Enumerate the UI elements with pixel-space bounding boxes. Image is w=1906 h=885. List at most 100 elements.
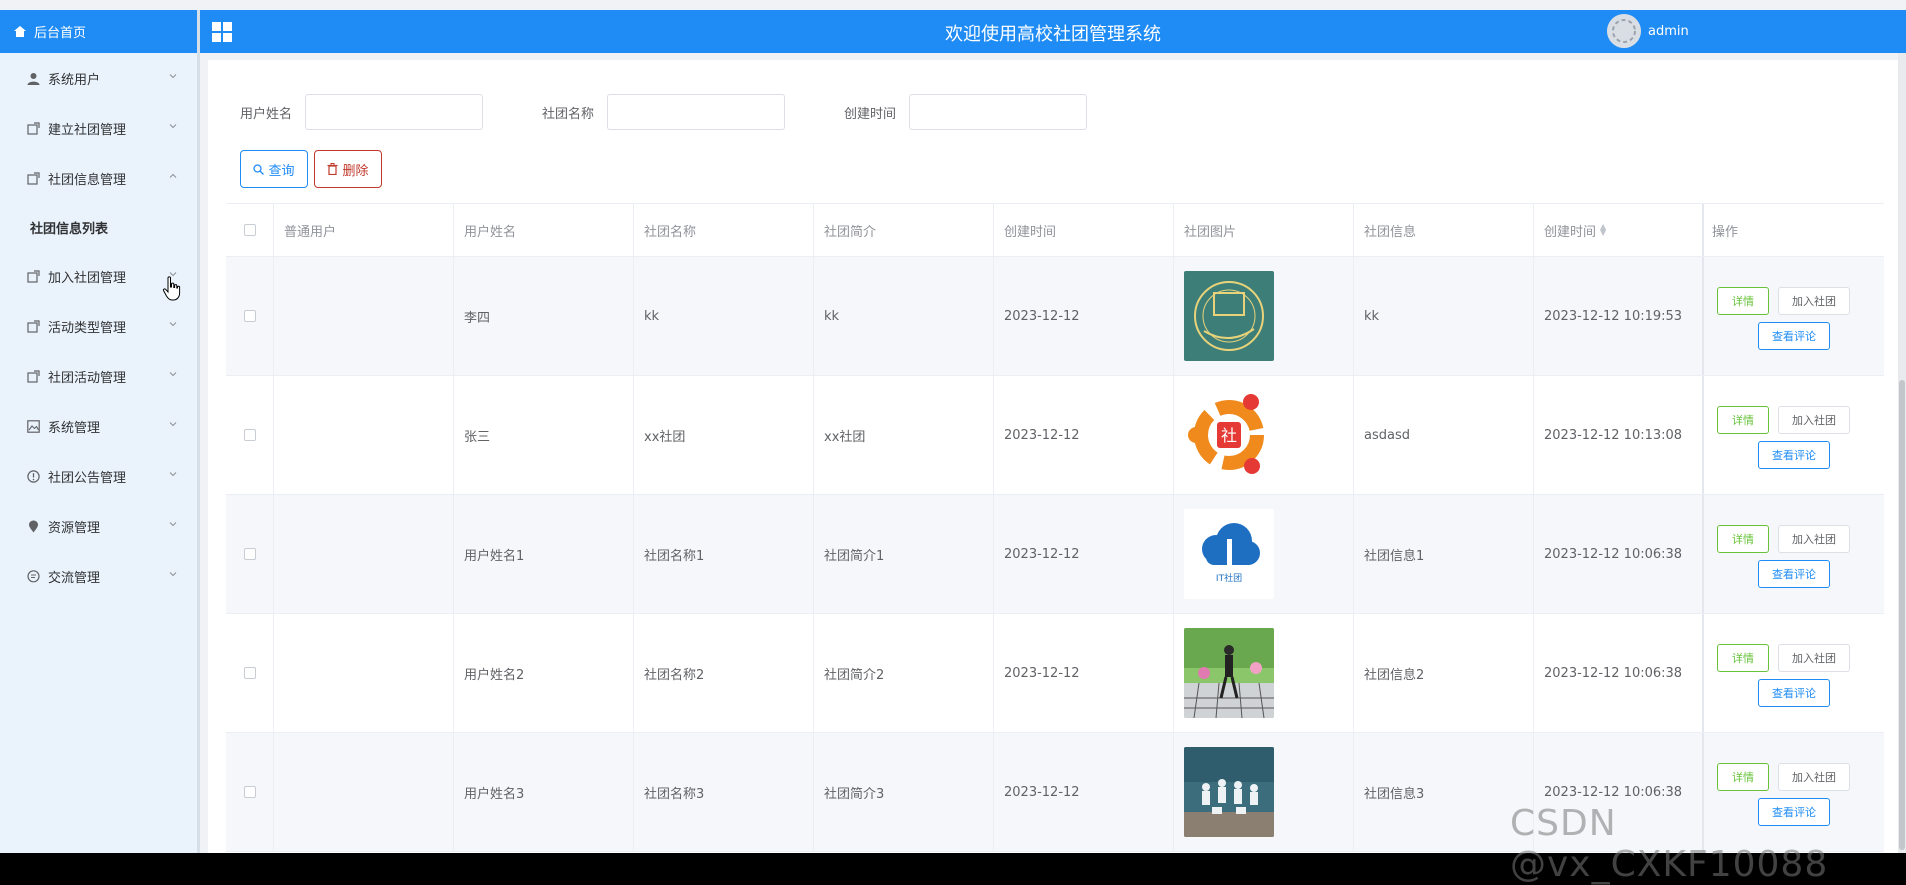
view-comments-button[interactable]: 查看评论: [1758, 679, 1830, 707]
row-actions: 详情 加入社团查看评论: [1702, 376, 1884, 494]
sidebar-item-label: 社团信息管理: [48, 172, 127, 188]
join-club-button[interactable]: 加入社团: [1778, 287, 1850, 315]
sidebar-item-6[interactable]: 社团活动管理: [0, 351, 197, 401]
row-select-cell: [226, 257, 274, 375]
sidebar-menu: 系统用户 建立社团管理社团信息管理社团信息列表加入社团管理活动类型管理 社团活动管理…: [0, 53, 197, 601]
user-cell: [274, 495, 454, 613]
detail-button[interactable]: 详情: [1717, 287, 1769, 315]
username-cell: 李四: [454, 257, 634, 375]
date-cell: 2023-12-12: [994, 733, 1174, 851]
created-time-cell: 2023-12-12 10:06:38: [1544, 546, 1683, 562]
detail-button[interactable]: 详情: [1717, 644, 1769, 672]
select-all-checkbox[interactable]: [243, 224, 256, 236]
username[interactable]: admin: [1648, 24, 1689, 39]
club-name-cell: 社团名称1: [634, 495, 814, 613]
sidebar-home[interactable]: 后台首页: [0, 10, 197, 53]
column-header-user: 普通用户: [274, 204, 454, 256]
row-checkbox[interactable]: [243, 429, 256, 441]
sidebar-item-10[interactable]: 交流管理: [0, 551, 197, 601]
row-checkbox[interactable]: [243, 786, 256, 798]
date-cell: 2023-12-12: [994, 376, 1174, 494]
sidebar-item-7[interactable]: 系统管理: [0, 401, 197, 451]
created-time-cell: 2023-12-12 10:19:53: [1544, 308, 1683, 324]
search-icon: [253, 163, 265, 175]
share-icon: [26, 369, 40, 383]
club-name-cell: 社团名称2: [634, 614, 814, 732]
sidebar-item-2[interactable]: 建立社团管理: [0, 103, 197, 153]
column-header-created-time[interactable]: 创建时间 ▲ ▼: [1534, 204, 1702, 256]
sidebar-item-label: 加入社团管理: [48, 270, 127, 286]
sidebar-item-8[interactable]: 社团公告管理: [0, 451, 197, 501]
detail-button[interactable]: 详情: [1717, 406, 1769, 434]
row-checkbox[interactable]: [243, 548, 256, 560]
detail-button[interactable]: 详情: [1717, 525, 1769, 553]
club-image: [1184, 628, 1274, 718]
view-comments-button[interactable]: 查看评论: [1758, 560, 1830, 588]
info-icon: [26, 469, 40, 483]
username-cell: 用户姓名1: [454, 495, 634, 613]
sidebar-item-5[interactable]: 活动类型管理: [0, 301, 197, 351]
join-club-button[interactable]: 加入社团: [1778, 763, 1850, 791]
row-select-cell: [226, 614, 274, 732]
join-club-button[interactable]: 加入社团: [1778, 644, 1850, 672]
club-image-cell: IT社团: [1174, 495, 1354, 613]
query-button[interactable]: 查询: [240, 150, 308, 188]
user-cell: [274, 257, 454, 375]
sidebar-item-1[interactable]: 系统用户: [0, 53, 197, 103]
top-header: 欢迎使用高校社团管理系统 admin: [200, 10, 1906, 53]
join-club-button[interactable]: 加入社团: [1778, 406, 1850, 434]
view-comments-button[interactable]: 查看评论: [1758, 441, 1830, 469]
column-header-username: 用户姓名: [454, 204, 634, 256]
chevron-down-icon: [169, 522, 177, 527]
chevron-down-icon: [169, 124, 177, 129]
club-name-search-input[interactable]: [607, 94, 785, 130]
detail-button[interactable]: 详情: [1717, 763, 1769, 791]
sidebar-item-3[interactable]: 社团信息管理: [0, 153, 197, 203]
row-checkbox[interactable]: [243, 667, 256, 679]
sort-icon[interactable]: ▲ ▼: [1600, 223, 1606, 237]
delete-button[interactable]: 删除: [314, 150, 382, 188]
sidebar-item-9[interactable]: 资源管理: [0, 501, 197, 551]
club-image: [1184, 271, 1274, 361]
column-header-club-image: 社团图片: [1174, 204, 1354, 256]
chevron-down-icon: [169, 74, 177, 79]
share-icon: [26, 269, 40, 283]
row-select-cell: [226, 376, 274, 494]
club-image-cell: 社: [1174, 376, 1354, 494]
chevron-up-icon: [169, 173, 177, 178]
home-icon: [14, 26, 26, 37]
username-cell: 张三: [454, 376, 634, 494]
club-image-cell: [1174, 733, 1354, 851]
search-label-username: 用户姓名: [240, 107, 293, 122]
club-image: 社: [1184, 390, 1274, 480]
row-select-cell: [226, 495, 274, 613]
club-info-cell: 社团信息2: [1354, 614, 1534, 732]
table-row: 李四 kk kk 2023-12-12 kk 2023-12-12 10:19:53 详情加…: [226, 257, 1884, 376]
submenu-item-club-info-list[interactable]: 社团信息列表: [0, 203, 197, 251]
username-search-input[interactable]: [305, 94, 483, 130]
date-cell: 2023-12-12: [994, 495, 1174, 613]
view-comments-button[interactable]: 查看评论: [1758, 322, 1830, 350]
created-time-search-input[interactable]: [909, 94, 1087, 130]
club-intro-cell: 社团简介3: [814, 733, 994, 851]
join-club-button[interactable]: 加入社团: [1778, 525, 1850, 553]
row-checkbox[interactable]: [243, 310, 256, 322]
location-icon: [26, 519, 40, 533]
row-actions: 详情 加入社团查看评论: [1702, 614, 1884, 732]
user-cell: [274, 733, 454, 851]
sidebar-item-label: 交流管理: [48, 570, 101, 586]
club-info-cell: asdasd: [1354, 376, 1534, 494]
app-window: 后台首页 系统用户 建立社团管理 社团信息管理 社团信息列表 加入社团管理 活动类型管理社…: [0, 0, 1906, 885]
scrollbar-thumb[interactable]: [1899, 380, 1905, 850]
sidebar-item-label: 资源管理: [48, 520, 101, 536]
column-header-club-name: 社团名称: [634, 204, 814, 256]
avatar[interactable]: [1607, 14, 1641, 48]
delete-button-label: 删除: [342, 163, 369, 179]
chat-icon: [26, 569, 40, 583]
table-row: 用户姓名1 社团名称1 社团简介1 2023-12-12 IT社团 社团信息1 2023-1…: [226, 495, 1884, 614]
search-label-created-time: 创建时间: [844, 107, 897, 122]
sidebar-item-label: 社团公告管理: [48, 470, 127, 486]
created-time-header-label: 创建时间: [1544, 224, 1597, 240]
club-name-cell: 社团名称3: [634, 733, 814, 851]
watermark: CSDN @vx_CXKF10088: [1510, 803, 1829, 885]
